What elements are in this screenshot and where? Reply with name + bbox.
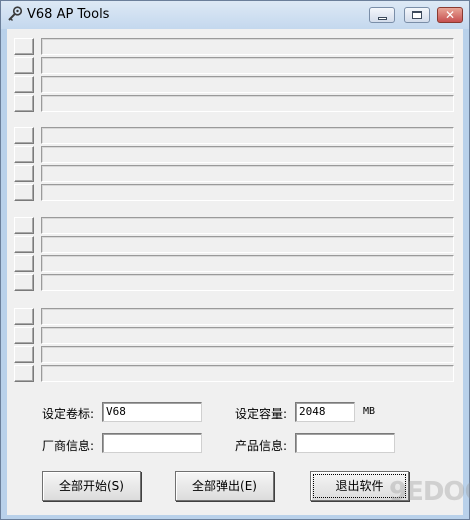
port-progress (41, 255, 454, 272)
port-row (14, 346, 454, 363)
port-progress (41, 38, 454, 55)
maximize-icon (412, 11, 422, 19)
window-title: V68 AP Tools (27, 7, 110, 22)
vendor-field[interactable] (102, 433, 202, 453)
port-row (14, 255, 454, 272)
capacity-unit: MB (363, 406, 376, 417)
port-row (14, 308, 454, 325)
port-progress (41, 95, 454, 112)
port-progress (41, 346, 454, 363)
port-progress (41, 308, 454, 325)
port-progress (41, 146, 454, 163)
port-row (14, 57, 454, 74)
minimize-icon (378, 17, 387, 20)
volume-field[interactable]: V68 (102, 402, 202, 422)
capacity-field[interactable]: 2048 (295, 402, 355, 422)
port-button[interactable] (14, 76, 34, 93)
port-button[interactable] (14, 165, 34, 182)
watermark-logo: 9EDOG (389, 477, 470, 507)
port-row (14, 184, 454, 201)
product-label: 产品信息: (235, 439, 288, 453)
port-row (14, 95, 454, 112)
minimize-button[interactable] (369, 7, 395, 23)
port-button[interactable] (14, 365, 34, 382)
port-button[interactable] (14, 95, 34, 112)
product-field[interactable] (295, 433, 395, 453)
port-button[interactable] (14, 146, 34, 163)
port-button[interactable] (14, 184, 34, 201)
app-window: V68 AP Tools ✕ 设定卷标: V68 设定容量: 2048 MB 厂… (0, 0, 470, 520)
port-progress (41, 127, 454, 144)
port-row (14, 327, 454, 344)
wrench-key-icon (8, 6, 23, 21)
port-progress (41, 184, 454, 201)
port-button[interactable] (14, 346, 34, 363)
port-progress (41, 57, 454, 74)
port-button[interactable] (14, 127, 34, 144)
port-button[interactable] (14, 255, 34, 272)
port-row (14, 236, 454, 253)
client-area: 设定卷标: V68 设定容量: 2048 MB 厂商信息: 产品信息: 全部开始… (7, 29, 463, 515)
eject-all-button[interactable]: 全部弹出(E) (175, 471, 274, 501)
vendor-label: 厂商信息: (42, 439, 95, 453)
port-button[interactable] (14, 57, 34, 74)
maximize-button[interactable] (404, 7, 430, 23)
port-row (14, 217, 454, 234)
port-progress (41, 165, 454, 182)
port-button[interactable] (14, 274, 34, 291)
port-button[interactable] (14, 327, 34, 344)
port-button[interactable] (14, 217, 34, 234)
port-row (14, 38, 454, 55)
port-row (14, 165, 454, 182)
port-row (14, 365, 454, 382)
port-progress (41, 327, 454, 344)
title-bar[interactable]: V68 AP Tools ✕ (1, 1, 469, 29)
port-progress (41, 365, 454, 382)
port-progress (41, 76, 454, 93)
port-progress (41, 236, 454, 253)
port-progress (41, 274, 454, 291)
port-button[interactable] (14, 308, 34, 325)
port-row (14, 146, 454, 163)
start-all-button[interactable]: 全部开始(S) (42, 471, 141, 501)
port-progress (41, 217, 454, 234)
close-icon: ✕ (445, 8, 456, 22)
port-row (14, 127, 454, 144)
port-row (14, 274, 454, 291)
port-button[interactable] (14, 38, 34, 55)
port-button[interactable] (14, 236, 34, 253)
close-button[interactable]: ✕ (437, 7, 463, 23)
capacity-label: 设定容量: (235, 407, 288, 421)
volume-label: 设定卷标: (42, 407, 95, 421)
port-row (14, 76, 454, 93)
